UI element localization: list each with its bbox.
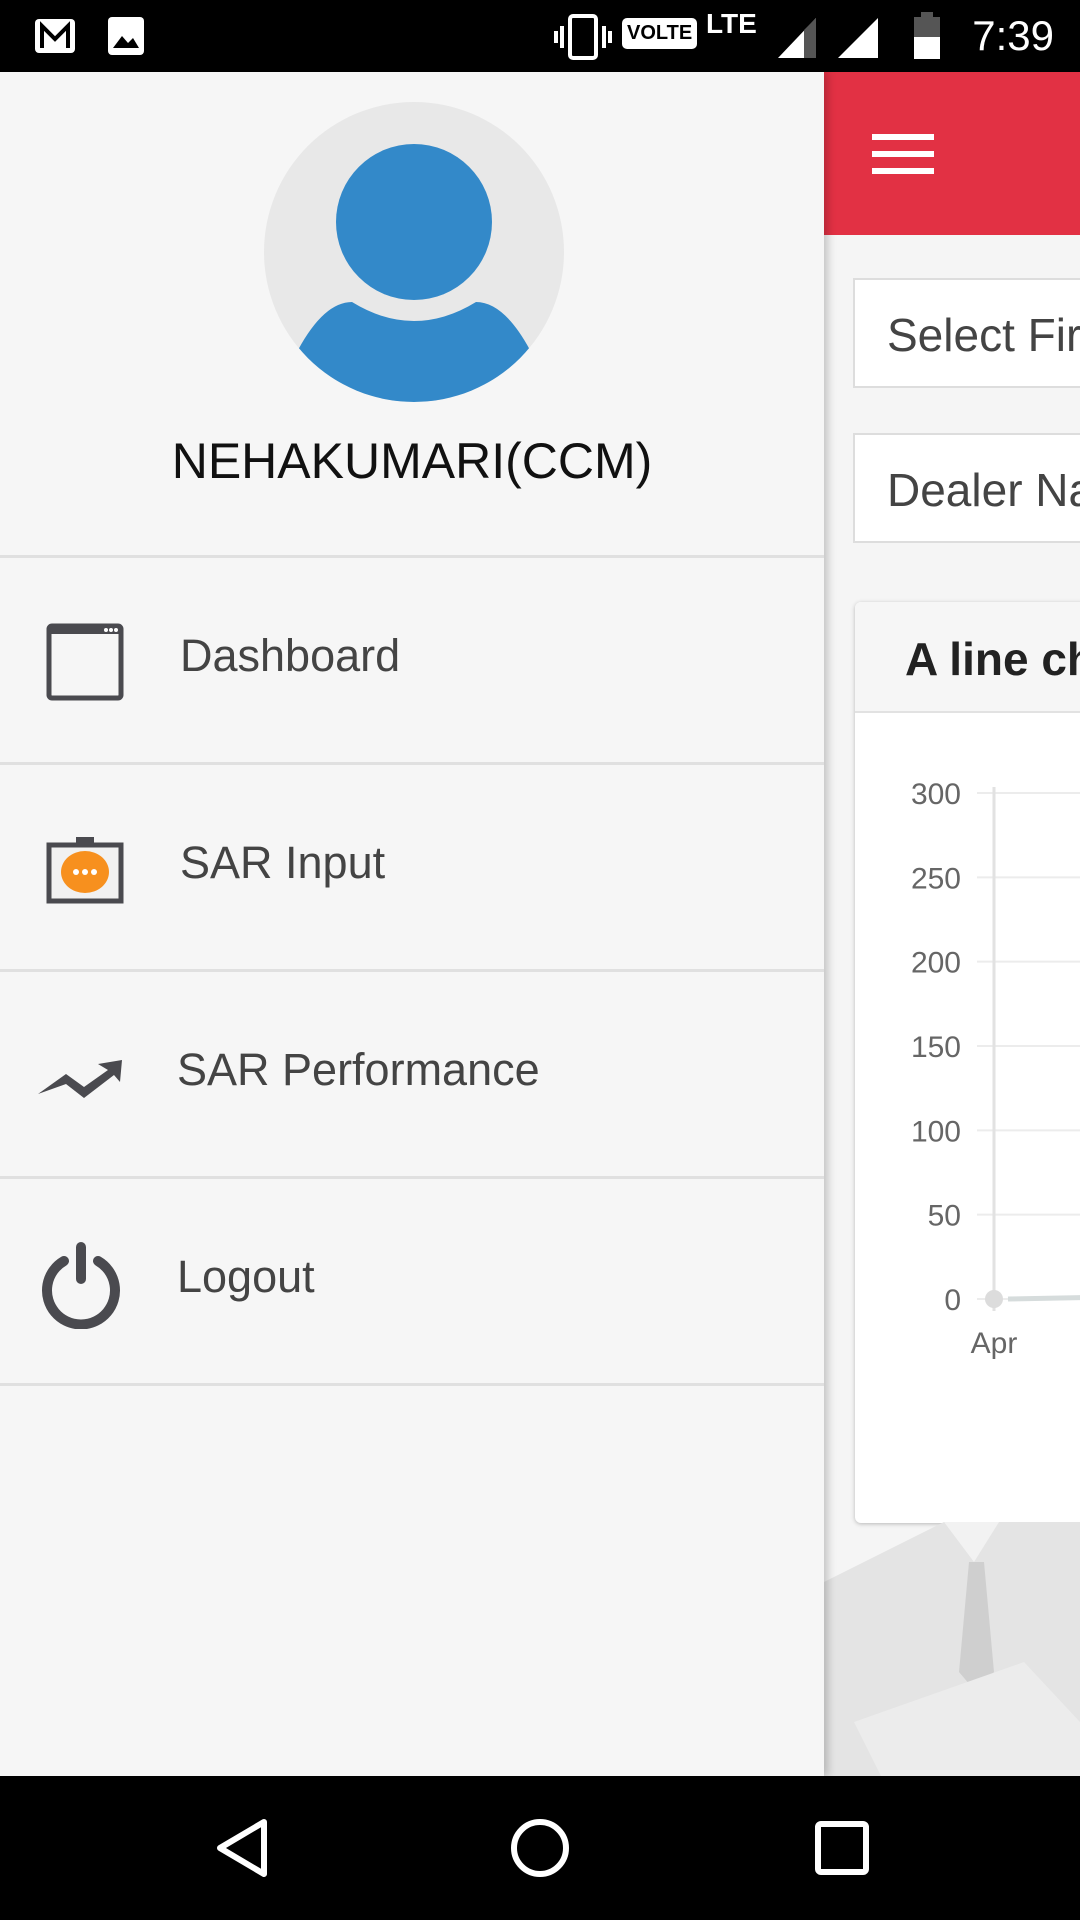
- select-field[interactable]: Select Fir: [853, 278, 1080, 388]
- home-icon[interactable]: [498, 1806, 582, 1890]
- drawer-item-label: Dashboard: [180, 630, 401, 681]
- drawer-item-sar-performance[interactable]: SAR Performance: [0, 969, 824, 1176]
- businessman-background-image: [824, 1522, 1080, 1776]
- data-point: [985, 1290, 1003, 1308]
- x-tick-label: Apr: [971, 1327, 1018, 1360]
- gmail-icon: [35, 19, 75, 53]
- menu-icon[interactable]: [872, 134, 934, 174]
- line-chart: 300 250 200 150 100 50 0 Apr: [911, 778, 1080, 1360]
- drawer-item-dashboard[interactable]: Dashboard: [0, 555, 824, 762]
- user-name: NEHAKUMARI(CCM): [171, 433, 653, 489]
- signal-icon: [778, 18, 878, 58]
- vibrate-icon: [554, 14, 612, 60]
- series-line: [1007, 1295, 1080, 1302]
- user-icon: [298, 144, 530, 402]
- avatar[interactable]: [264, 102, 564, 402]
- power-icon: [42, 1242, 120, 1329]
- recents-icon[interactable]: [800, 1806, 884, 1890]
- battery-icon: [914, 12, 940, 59]
- sar-input-icon: [46, 837, 124, 904]
- drawer-item-label: SAR Input: [180, 837, 386, 888]
- gallery-icon: [108, 17, 144, 55]
- divider: [0, 1383, 824, 1386]
- app-bar: [824, 72, 1080, 235]
- network-type: LTE: [706, 8, 757, 39]
- chart-card: A line ch 300 250 200 150 100 50 0 Apr: [855, 602, 1080, 1523]
- y-tick-label: 100: [911, 1115, 961, 1148]
- drawer-item-sar-input[interactable]: SAR Input: [0, 762, 824, 969]
- drawer-item-label: SAR Performance: [177, 1044, 540, 1095]
- y-tick-label: 250: [911, 862, 961, 895]
- drawer-item-label: Logout: [177, 1251, 315, 1302]
- dashboard-window-icon: [46, 623, 124, 701]
- back-icon[interactable]: [200, 1806, 284, 1890]
- y-tick-label: 200: [911, 947, 961, 980]
- y-tick-label: 50: [928, 1200, 961, 1233]
- y-tick-label: 150: [911, 1031, 961, 1064]
- volte-badge: VOLTE: [622, 18, 698, 49]
- navigation-drawer: NEHAKUMARI(CCM) Dashboard SAR Input SAR …: [0, 72, 824, 1776]
- trending-up-icon: [38, 1060, 122, 1098]
- y-tick-label: 300: [911, 778, 961, 811]
- clock: 7:39: [972, 12, 1054, 59]
- y-tick-label: 0: [944, 1284, 961, 1317]
- main-content: Select Fir Dealer Na A line ch 300 250 200…: [824, 72, 1080, 1776]
- dealer-name-field[interactable]: Dealer Na: [853, 433, 1080, 543]
- drawer-item-logout[interactable]: Logout: [0, 1176, 824, 1383]
- status-bar: VOLTE LTE 7:39: [0, 0, 1080, 72]
- chart-title: A line ch: [855, 602, 1080, 713]
- system-nav-bar: [0, 1776, 1080, 1920]
